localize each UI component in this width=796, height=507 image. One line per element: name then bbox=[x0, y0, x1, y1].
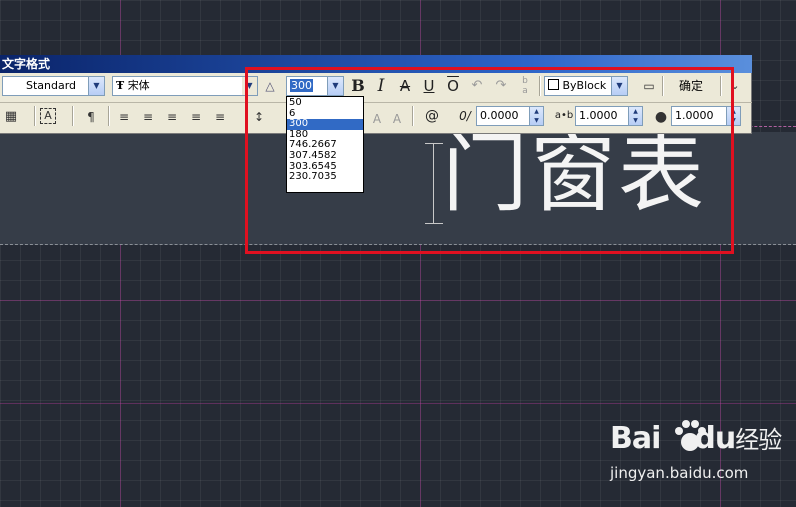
grid-major-line bbox=[0, 403, 796, 404]
separator bbox=[108, 106, 109, 126]
truetype-icon: Ŧ bbox=[116, 79, 125, 92]
distribute-icon[interactable]: ≡ bbox=[211, 108, 229, 126]
separator bbox=[72, 106, 73, 126]
align-right-icon[interactable]: ≡ bbox=[163, 108, 181, 126]
separator bbox=[34, 106, 35, 126]
paw-icon bbox=[675, 420, 706, 451]
font-select[interactable]: Ŧ 宋体 ▼ bbox=[112, 76, 258, 96]
align-left-icon[interactable]: ≡ bbox=[115, 108, 133, 126]
chevron-down-icon[interactable]: ▼ bbox=[88, 77, 104, 95]
baidu-jingyan-watermark: Bai du经验 jingyan.baidu.com bbox=[610, 420, 790, 490]
annotation-highlight-box bbox=[245, 67, 734, 254]
watermark-url: jingyan.baidu.com bbox=[610, 464, 749, 482]
columns-icon[interactable]: ▦ bbox=[2, 108, 20, 126]
align-center-icon[interactable]: ≡ bbox=[139, 108, 157, 126]
font-value: 宋体 bbox=[127, 79, 150, 92]
style-value: Standard bbox=[26, 79, 77, 92]
mtext-justification-icon[interactable]: A bbox=[40, 108, 56, 124]
paragraph-icon[interactable]: ¶ bbox=[82, 108, 100, 126]
grid-major-line bbox=[0, 300, 796, 301]
style-select[interactable]: Standard ▼ bbox=[2, 76, 105, 96]
justify-icon[interactable]: ≡ bbox=[187, 108, 205, 126]
